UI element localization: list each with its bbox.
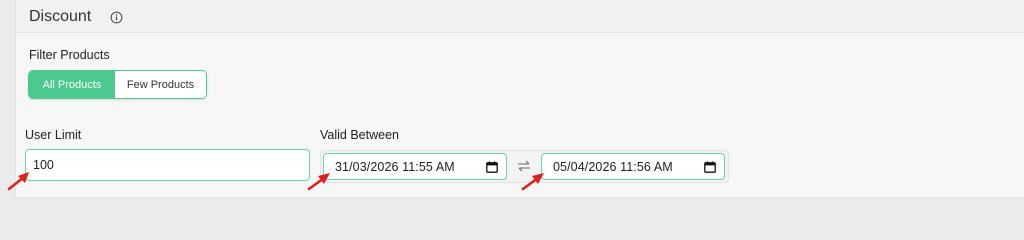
end-datetime-input[interactable]: 05/04/2026 11:56 AM [541,153,725,180]
few-products-option[interactable]: Few Products [115,71,206,98]
filter-products-toggle: All Products Few Products [28,70,207,99]
red-arrow-icon-start-date [307,173,330,191]
all-products-option[interactable]: All Products [29,71,115,98]
start-datetime-input[interactable]: 31/03/2026 11:55 AM [323,153,507,180]
red-arrow-icon-end-date [521,173,544,191]
valid-between-label: Valid Between [320,128,399,142]
calendar-icon[interactable] [486,160,498,173]
user-limit-label: User Limit [25,128,82,142]
info-icon[interactable] [110,11,123,24]
start-datetime-value: 31/03/2026 11:55 AM [335,159,455,174]
card-header: Discount [16,0,1024,33]
calendar-icon[interactable] [704,160,716,173]
user-limit-input[interactable]: 100 [25,149,310,181]
end-datetime-value: 05/04/2026 11:56 AM [553,159,673,174]
filter-products-label: Filter Products [29,48,110,62]
red-arrow-icon-user-limit [7,172,29,191]
discount-page: Discount Filter Products All Products Fe… [0,0,1024,206]
section-title: Discount [29,8,92,25]
